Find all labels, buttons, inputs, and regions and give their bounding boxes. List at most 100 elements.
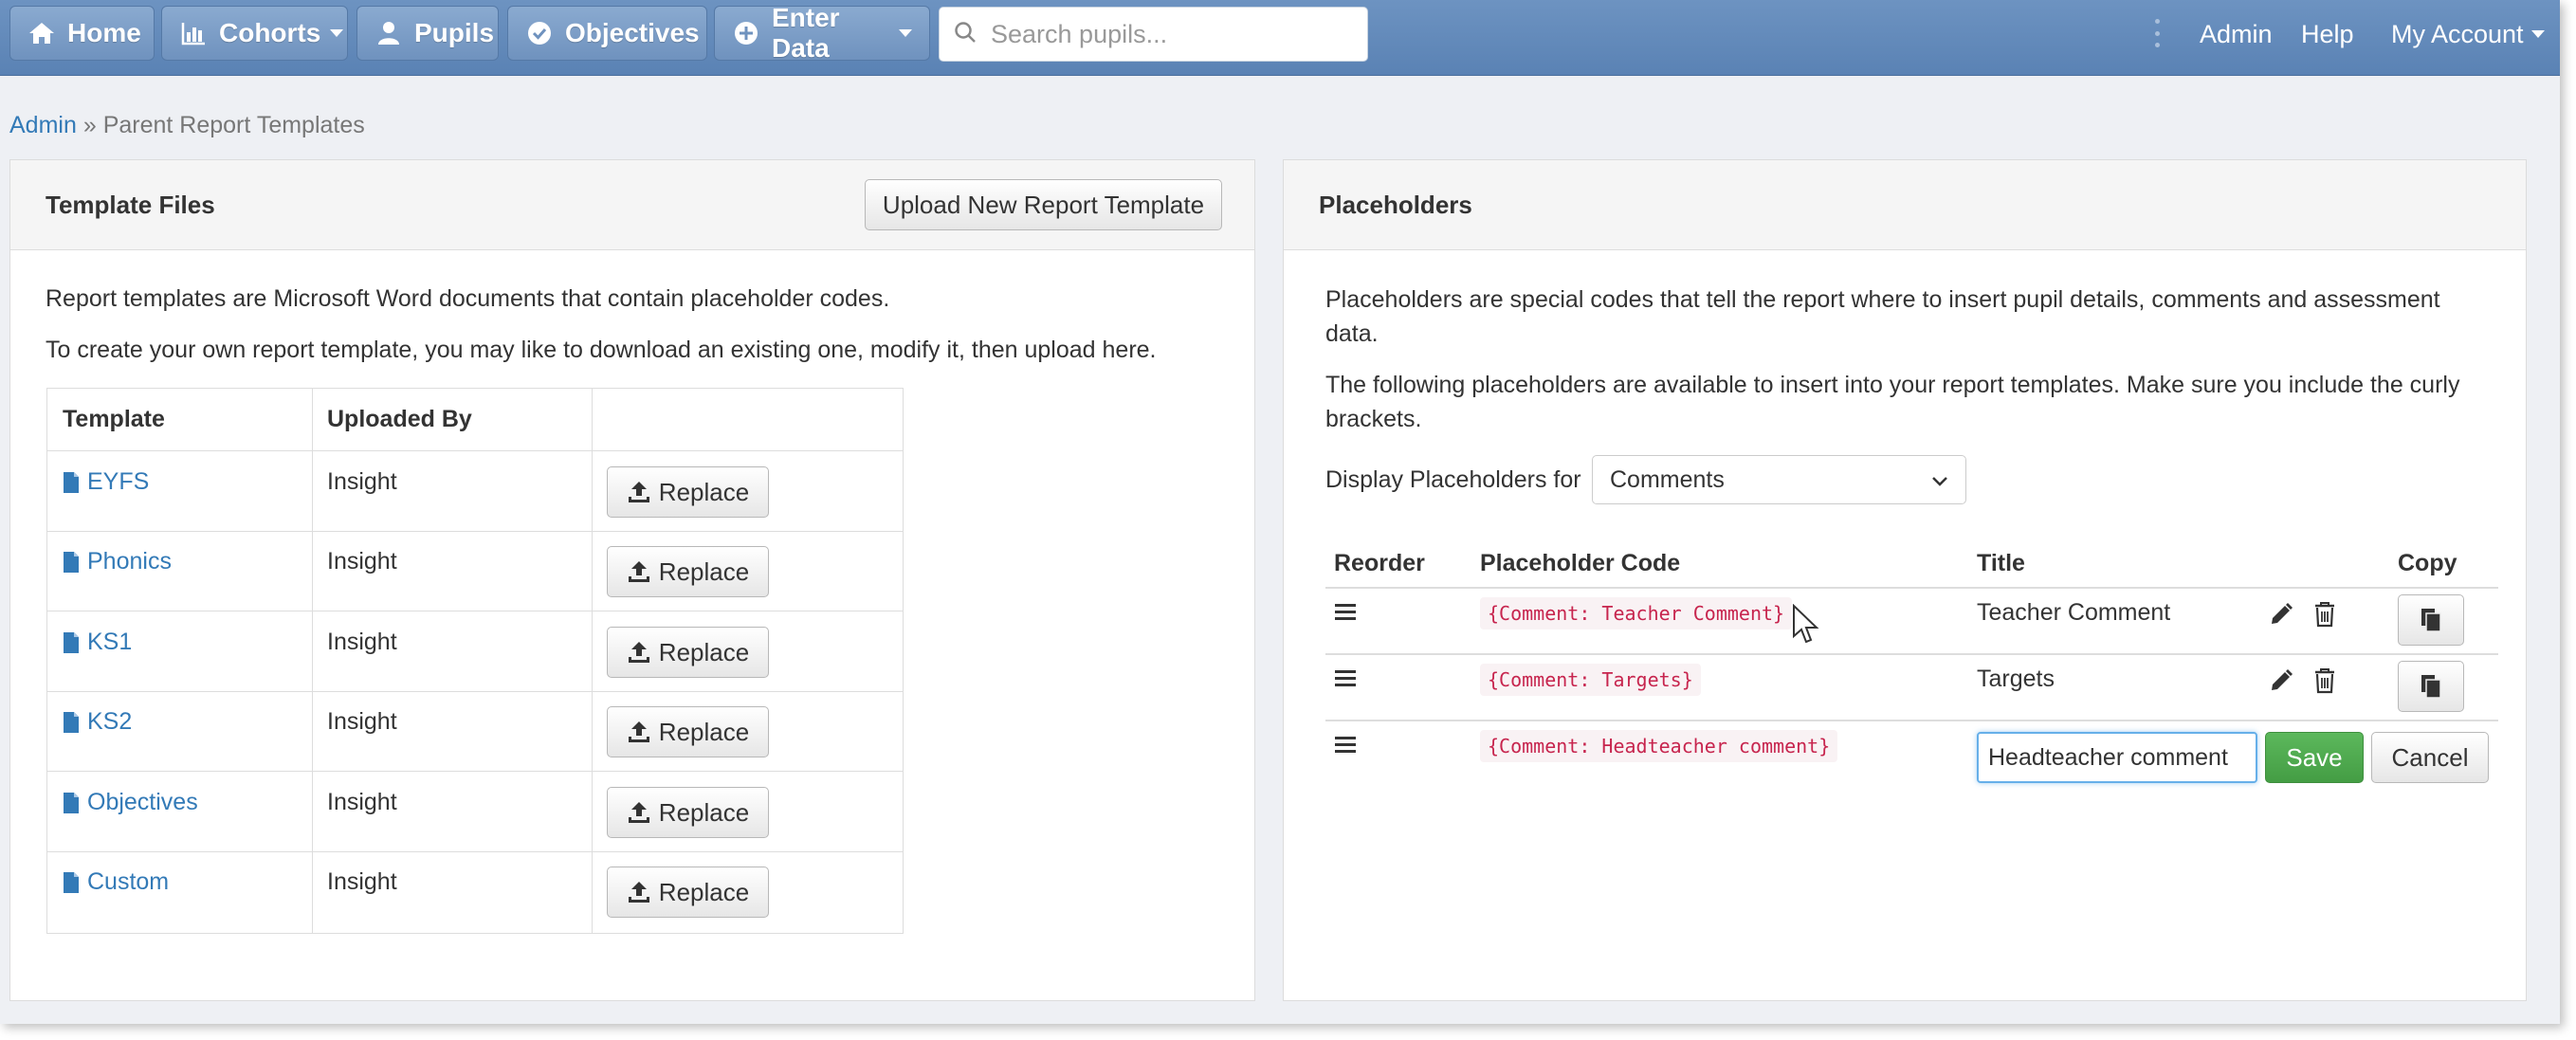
upload-template-button[interactable]: Upload New Report Template: [865, 179, 1222, 230]
chevron-down-icon: [899, 29, 912, 37]
template-intro-2: To create your own report template, you …: [46, 337, 1157, 363]
template-uploader: Insight: [327, 868, 397, 895]
nav-admin-label: Admin: [2200, 19, 2273, 48]
template-link-ks2[interactable]: KS2: [63, 708, 132, 736]
template-link-objectives[interactable]: Objectives: [63, 789, 198, 816]
replace-label: Replace: [658, 637, 750, 666]
nav-cohorts-button[interactable]: Cohorts: [161, 6, 348, 61]
template-name: KS1: [87, 629, 133, 655]
template-link-custom[interactable]: Custom: [63, 868, 169, 896]
nav-my-account-menu[interactable]: My Account: [2391, 0, 2545, 68]
replace-button[interactable]: Replace: [607, 546, 769, 597]
template-name: Objectives: [87, 789, 198, 815]
nav-objectives-label: Objectives: [565, 18, 700, 47]
replace-button[interactable]: Replace: [607, 627, 769, 678]
pencil-icon[interactable]: [2269, 602, 2293, 631]
trash-icon[interactable]: [2313, 667, 2336, 699]
template-link-eyfs[interactable]: EYFS: [63, 468, 149, 496]
drag-handle-icon[interactable]: [1335, 735, 1356, 760]
nav-help-link[interactable]: Help: [2301, 0, 2354, 68]
home-icon: [27, 19, 56, 47]
breadcrumb: Admin » Parent Report Templates: [9, 112, 365, 139]
copy-button[interactable]: [2398, 594, 2464, 646]
template-uploader: Insight: [327, 468, 397, 495]
file-icon: [64, 792, 79, 813]
column-header-template: Template: [63, 406, 165, 432]
upload-icon: [628, 802, 649, 823]
column-header-placeholder-code: Placeholder Code: [1480, 550, 1681, 576]
drag-handle-icon[interactable]: [1335, 602, 1356, 628]
nav-pupils-button[interactable]: Pupils: [356, 6, 499, 61]
nav-objectives-button[interactable]: Objectives: [507, 6, 707, 61]
template-table: Template Uploaded By EYFS Insight Replac…: [46, 388, 904, 934]
placeholder-code[interactable]: {Comment: Targets}: [1480, 664, 1701, 696]
template-uploader: Insight: [327, 708, 397, 735]
check-circle-icon: [525, 19, 554, 47]
nav-enter-data-button[interactable]: Enter Data: [714, 3, 930, 63]
file-icon: [64, 631, 79, 653]
placeholders-header: Placeholders: [1284, 160, 2526, 250]
replace-label: Replace: [658, 797, 750, 827]
file-icon: [64, 551, 79, 573]
template-uploader: Insight: [327, 548, 397, 575]
save-button[interactable]: Save: [2265, 732, 2364, 783]
template-name: KS2: [87, 708, 133, 735]
replace-button[interactable]: Replace: [607, 706, 769, 757]
file-icon: [64, 471, 79, 493]
search-icon: [953, 20, 977, 49]
drag-handle-icon[interactable]: [1335, 668, 1356, 694]
template-name: EYFS: [87, 468, 150, 495]
template-link-ks1[interactable]: KS1: [63, 629, 132, 656]
pencil-icon[interactable]: [2269, 668, 2293, 698]
placeholder-category-value: Comments: [1610, 465, 1725, 493]
user-icon: [375, 19, 403, 47]
placeholders-title: Placeholders: [1319, 191, 1472, 219]
more-vertical-icon[interactable]: [2154, 19, 2160, 47]
top-navbar: Home Cohorts Pupils Objectives Enter Dat…: [0, 0, 2560, 76]
placeholder-category-select[interactable]: Comments: [1592, 455, 1966, 504]
column-header-copy: Copy: [2398, 550, 2457, 576]
template-link-phonics[interactable]: Phonics: [63, 548, 172, 575]
nav-help-label: Help: [2301, 19, 2354, 48]
trash-icon[interactable]: [2313, 601, 2336, 632]
placeholders-intro-1a: Placeholders are special codes that tell…: [1325, 286, 2440, 313]
chevron-down-icon: [1932, 477, 1947, 486]
replace-label: Replace: [658, 477, 750, 506]
column-header-title: Title: [1977, 550, 2025, 576]
placeholders-intro-2b: brackets.: [1325, 406, 1422, 432]
upload-icon: [628, 882, 649, 903]
file-icon: [64, 871, 79, 893]
chevron-down-icon: [330, 29, 344, 37]
placeholder-code[interactable]: {Comment: Headteacher comment}: [1480, 730, 1838, 762]
nav-enter-data-label: Enter Data: [772, 3, 840, 63]
placeholders-intro-2a: The following placeholders are available…: [1325, 372, 2460, 398]
search-input[interactable]: [989, 18, 1349, 50]
search-box[interactable]: [939, 7, 1368, 62]
nav-home-button[interactable]: Home: [9, 6, 155, 61]
copy-icon: [2421, 609, 2441, 632]
replace-button[interactable]: Replace: [607, 867, 769, 918]
bar-chart-icon: [179, 19, 208, 47]
placeholder-title-input[interactable]: [1977, 732, 2257, 783]
template-uploader: Insight: [327, 629, 397, 655]
nav-my-account-label: My Account: [2391, 19, 2524, 48]
cancel-button[interactable]: Cancel: [2371, 732, 2489, 783]
template-uploader: Insight: [327, 789, 397, 815]
replace-label: Replace: [658, 556, 750, 586]
replace-button[interactable]: Replace: [607, 466, 769, 518]
replace-button[interactable]: Replace: [607, 787, 769, 838]
breadcrumb-separator: »: [82, 112, 97, 138]
nav-admin-link[interactable]: Admin: [2200, 0, 2273, 68]
template-files-panel: Template Files Upload New Report Templat…: [9, 159, 1255, 1001]
replace-label: Replace: [658, 717, 750, 746]
copy-button[interactable]: [2398, 661, 2464, 712]
plus-circle-icon: [732, 19, 760, 47]
breadcrumb-admin-link[interactable]: Admin: [9, 112, 77, 138]
copy-icon: [2421, 675, 2441, 699]
placeholder-title: Targets: [1977, 666, 2055, 692]
placeholders-intro-1b: data.: [1325, 320, 1379, 347]
placeholder-code[interactable]: {Comment: Teacher Comment}: [1480, 597, 1793, 629]
template-name: Phonics: [87, 548, 172, 575]
chevron-down-icon: [2530, 30, 2545, 38]
app-window: Home Cohorts Pupils Objectives Enter Dat…: [0, 0, 2560, 1024]
